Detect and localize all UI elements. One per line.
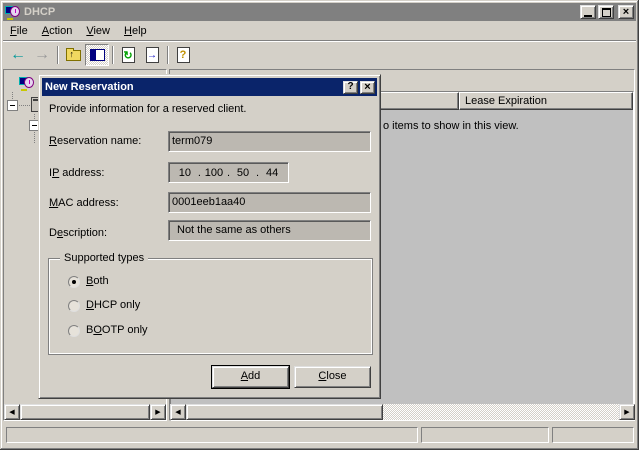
menu-action[interactable]: Action <box>42 25 73 37</box>
toolbar-separator <box>112 46 113 64</box>
radio-dhcp-only-label: DHCP only <box>86 299 140 311</box>
reservation-name-input[interactable]: term079 <box>168 131 371 152</box>
forward-arrow-icon: → <box>34 47 50 63</box>
minimize-button[interactable] <box>580 5 596 19</box>
dialog-close-button[interactable]: × <box>360 81 375 94</box>
radio-bootp-only-label: BOOTP only <box>86 324 148 336</box>
ip-octet[interactable]: 44 <box>259 164 285 182</box>
window-titlebar[interactable]: DHCP × <box>3 3 636 21</box>
maximize-icon <box>602 8 611 17</box>
window-title: DHCP <box>24 6 55 18</box>
ip-octet[interactable]: 100 <box>201 164 227 182</box>
ip-address-label: IP address: <box>49 167 104 179</box>
refresh-icon: ↻ <box>122 47 135 63</box>
status-panel <box>6 427 418 443</box>
scrollbar-thumb[interactable] <box>20 404 150 420</box>
back-button[interactable]: ← <box>6 44 30 66</box>
dialog-title: New Reservation <box>45 81 343 93</box>
scroll-right-icon[interactable]: ▶ <box>619 404 635 420</box>
minimize-icon <box>584 15 592 17</box>
description-input[interactable]: Not the same as others <box>168 220 371 241</box>
dhcp-console-window: DHCP × File Action View Help ← → ↑ ↻ → <box>0 0 639 450</box>
radio-dhcp-only[interactable] <box>68 300 80 312</box>
ip-octet[interactable]: 50 <box>230 164 256 182</box>
help-button[interactable]: ? <box>171 44 195 66</box>
scroll-right-icon[interactable]: ▶ <box>150 404 166 420</box>
description-label: Description: <box>49 227 107 239</box>
refresh-button[interactable]: ↻ <box>116 44 140 66</box>
scrollbar-thumb[interactable] <box>186 404 383 420</box>
toolbar: ← → ↑ ↻ → ? <box>3 40 636 69</box>
up-one-level-button[interactable]: ↑ <box>61 44 85 66</box>
menu-view[interactable]: View <box>86 25 110 37</box>
radio-both[interactable] <box>68 276 80 288</box>
new-reservation-dialog: New Reservation ? × Provide information … <box>38 74 381 399</box>
mac-address-input[interactable]: 0001eeb1aa40 <box>168 192 371 213</box>
menu-file[interactable]: File <box>10 25 28 37</box>
export-list-button[interactable]: → <box>140 44 164 66</box>
help-icon: ? <box>347 82 353 92</box>
add-button[interactable]: Add <box>212 366 289 388</box>
maximize-button[interactable] <box>598 5 614 19</box>
list-hscrollbar[interactable]: ◀ ▶ <box>170 404 635 420</box>
ip-address-input[interactable]: 10.100.50.44 <box>168 162 289 183</box>
export-list-icon: → <box>146 47 159 63</box>
close-icon: × <box>623 7 629 17</box>
radio-both-label: Both <box>86 275 109 287</box>
tree-pane-hscrollbar[interactable]: ◀ ▶ <box>4 404 166 420</box>
status-bar <box>3 424 636 446</box>
dhcp-app-icon <box>5 4 21 20</box>
ip-octet[interactable]: 10 <box>172 164 198 182</box>
close-button[interactable]: × <box>618 5 634 19</box>
help-icon: ? <box>177 47 190 63</box>
console-tree-icon <box>90 49 105 61</box>
column-header-lease-expiration[interactable]: Lease Expiration <box>459 92 633 110</box>
tree-root-dhcp-icon[interactable] <box>19 75 35 91</box>
close-icon: × <box>364 82 370 92</box>
dialog-info-text: Provide information for a reserved clien… <box>49 103 246 115</box>
supported-types-group: Supported types Both DHCP only BOOTP onl… <box>48 258 373 355</box>
menu-bar: File Action View Help <box>3 21 636 40</box>
mac-address-label: MAC address: <box>49 197 119 209</box>
empty-list-message: o items to show in this view. <box>383 120 519 132</box>
forward-button[interactable]: → <box>30 44 54 66</box>
radio-bootp-only[interactable] <box>68 325 80 337</box>
scroll-left-icon[interactable]: ◀ <box>170 404 186 420</box>
toolbar-separator <box>57 46 58 64</box>
close-dialog-button[interactable]: Close <box>294 366 371 388</box>
reservation-name-label: Reservation name: <box>49 135 141 147</box>
tree-connector <box>19 105 30 106</box>
status-panel <box>421 427 549 443</box>
scroll-left-icon[interactable]: ◀ <box>4 404 20 420</box>
up-folder-icon: ↑ <box>66 50 81 61</box>
scrollbar-track[interactable] <box>383 404 619 420</box>
tree-expand-toggle[interactable] <box>7 100 18 111</box>
dialog-help-button[interactable]: ? <box>343 81 358 94</box>
menu-help[interactable]: Help <box>124 25 147 37</box>
supported-types-label: Supported types <box>60 252 148 264</box>
back-arrow-icon: ← <box>10 47 26 63</box>
status-panel <box>552 427 634 443</box>
toolbar-separator <box>167 46 168 64</box>
show-hide-console-tree-button[interactable] <box>85 44 109 66</box>
dialog-titlebar[interactable]: New Reservation ? × <box>42 78 377 96</box>
